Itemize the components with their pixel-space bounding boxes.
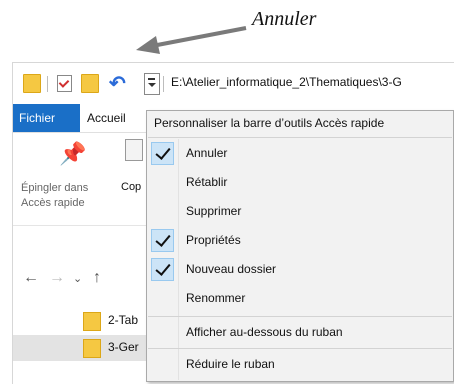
menu-item-label: Nouveau dossier [186, 262, 277, 276]
tab-file[interactable]: Fichier [13, 104, 80, 132]
menu-item-label: Réduire le ruban [186, 357, 275, 371]
pin-label-line1: Épingler dans [21, 182, 89, 194]
menu-divider [148, 316, 452, 317]
pin-icon[interactable]: 📌 [59, 141, 86, 167]
check-icon [151, 258, 174, 281]
menu-item-renommer[interactable]: Renommer [148, 284, 452, 313]
menu-item-minimize-ribbon[interactable]: Réduire le ruban [148, 350, 452, 379]
pin-label-line2: Accès rapide [21, 197, 85, 209]
annotation-arrow-icon [136, 26, 247, 54]
file-name: 3-Ger [108, 340, 139, 354]
up-arrow-icon[interactable]: ↑ [93, 269, 101, 287]
menu-item-proprietes[interactable]: Propriétés [148, 226, 452, 255]
tab-home[interactable]: Accueil [87, 104, 126, 132]
address-path[interactable]: E:\Atelier_informatique_2\Thematiques\3-… [171, 75, 402, 89]
toolbar-separator [47, 76, 48, 92]
menu-divider [148, 137, 452, 138]
menu-item-label: Annuler [186, 146, 228, 160]
menu-item-supprimer[interactable]: Supprimer [148, 197, 452, 226]
recent-chevron-icon[interactable]: ⌄ [73, 272, 82, 285]
menu-item-label: Renommer [186, 291, 246, 305]
folder-icon [83, 312, 101, 331]
menu-item-label: Afficher au-dessous du ruban [186, 325, 343, 339]
undo-icon[interactable]: ↶ [109, 71, 126, 95]
folder-icon [83, 339, 101, 358]
check-icon [151, 229, 174, 252]
file-name: 2-Tab [108, 313, 139, 327]
folder-icon[interactable] [23, 74, 41, 93]
menu-item-label: Propriétés [186, 233, 241, 247]
list-item[interactable]: 2-Tab [13, 308, 153, 334]
new-folder-icon[interactable] [81, 74, 99, 93]
navigation-bar: ← → ⌄ ↑ [13, 263, 153, 293]
pin-to-quick-access-label[interactable]: Épingler dans Accès rapide [21, 181, 88, 211]
menu-item-label: Supprimer [186, 204, 242, 218]
properties-icon[interactable] [57, 75, 72, 92]
menu-item-label: Rétablir [186, 175, 228, 189]
menu-item-nouveau-dossier[interactable]: Nouveau dossier [148, 255, 452, 284]
menu-item-retablir[interactable]: Rétablir [148, 168, 452, 197]
menu-divider [148, 348, 452, 349]
forward-arrow-icon[interactable]: → [49, 269, 65, 287]
toolbar-separator [163, 76, 164, 92]
list-item[interactable]: 3-Ger [13, 335, 153, 361]
check-icon [151, 142, 174, 165]
customize-quick-access-menu: Personnaliser la barre d’outils Accès ra… [146, 110, 454, 382]
customize-toolbar-dropdown-button[interactable] [144, 73, 160, 95]
copy-icon[interactable] [125, 139, 143, 161]
annotation-label: Annuler [252, 8, 317, 30]
menu-item-annuler[interactable]: Annuler [148, 139, 452, 168]
copy-label[interactable]: Cop [121, 181, 141, 193]
menu-title: Personnaliser la barre d’outils Accès ra… [154, 116, 385, 130]
quick-access-toolbar: ↶ E:\Atelier_informatique_2\Thematiques\… [13, 63, 454, 103]
menu-item-show-below-ribbon[interactable]: Afficher au-dessous du ruban [148, 318, 452, 347]
back-arrow-icon[interactable]: ← [23, 269, 39, 287]
